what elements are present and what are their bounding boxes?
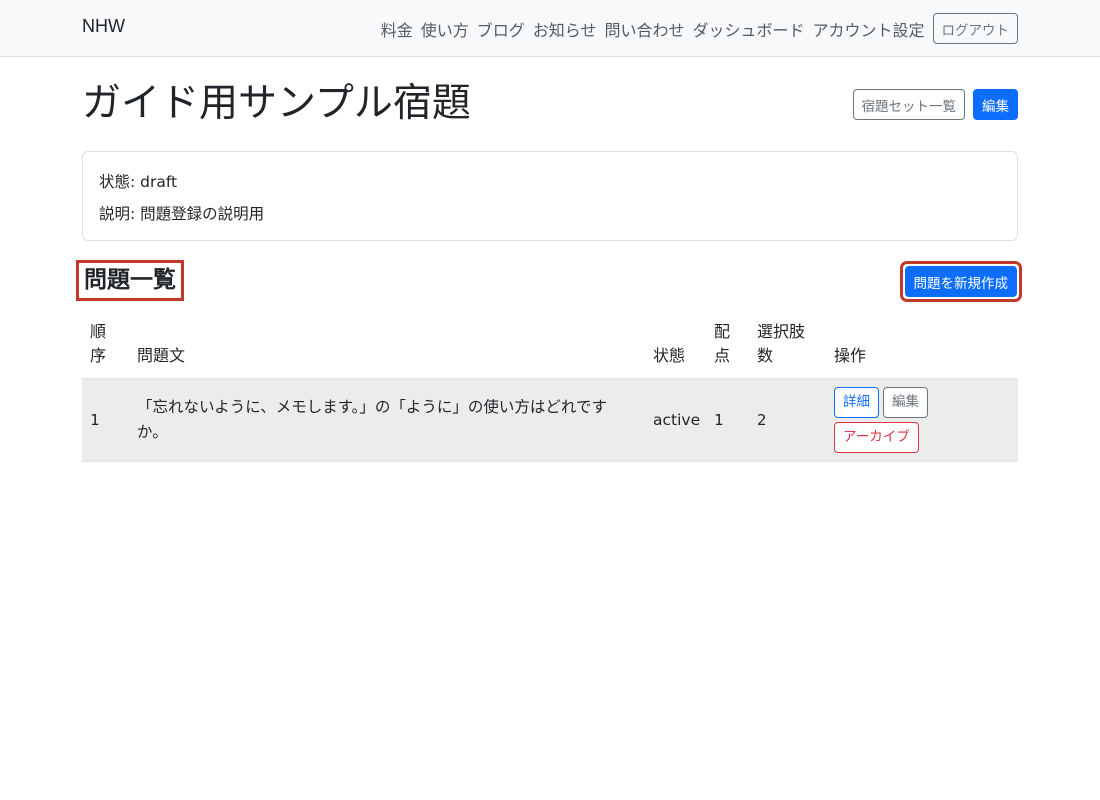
homework-info-card: 状態: draft 説明: 問題登録の説明用 bbox=[82, 151, 1018, 241]
homework-set-list-button[interactable]: 宿題セット一覧 bbox=[852, 89, 965, 120]
cell-points: 1 bbox=[706, 378, 749, 462]
column-header-text: 問題文 bbox=[129, 316, 645, 379]
question-edit-button[interactable]: 編集 bbox=[883, 387, 928, 418]
cell-status: active bbox=[645, 378, 706, 462]
new-question-button[interactable]: 問題を新規作成 bbox=[904, 266, 1017, 297]
question-detail-button[interactable]: 詳細 bbox=[834, 387, 879, 418]
question-table: 順序 問題文 状態 配点 選択肢数 操作 1 「忘れないように、メモします。」の… bbox=[82, 316, 1018, 462]
nav-link-usage[interactable]: 使い方 bbox=[421, 17, 469, 41]
status-text: 状態: draft bbox=[99, 173, 178, 191]
question-list-heading: 問題一覧 bbox=[76, 260, 184, 301]
column-header-points: 配点 bbox=[706, 316, 749, 379]
nav-link-news[interactable]: お知らせ bbox=[533, 17, 597, 41]
brand-link[interactable]: NHW bbox=[82, 16, 125, 37]
cell-choices: 2 bbox=[749, 378, 826, 462]
nav-link-blog[interactable]: ブログ bbox=[477, 17, 525, 41]
nav-links: 料金 使い方 ブログ お知らせ 問い合わせ ダッシュボード アカウント設定 ログ… bbox=[381, 13, 1018, 44]
description-text: 説明: 問題登録の説明用 bbox=[99, 205, 265, 223]
edit-homework-button[interactable]: 編集 bbox=[973, 89, 1018, 120]
question-table-wrapper: 順序 問題文 状態 配点 選択肢数 操作 1 「忘れないように、メモします。」の… bbox=[82, 316, 1018, 462]
nav-link-contact[interactable]: 問い合わせ bbox=[604, 17, 684, 41]
column-header-order: 順序 bbox=[82, 316, 129, 379]
nav-link-dashboard[interactable]: ダッシュボード bbox=[692, 17, 804, 41]
row-actions: 詳細 編集 アーカイブ bbox=[834, 387, 954, 453]
page-title: ガイド用サンプル宿題 bbox=[82, 81, 471, 126]
navbar: NHW 料金 使い方 ブログ お知らせ 問い合わせ ダッシュボード アカウント設… bbox=[0, 0, 1100, 57]
logout-button[interactable]: ログアウト bbox=[932, 13, 1018, 44]
nav-link-account-settings[interactable]: アカウント設定 bbox=[812, 17, 924, 41]
table-row: 1 「忘れないように、メモします。」の「ように」の使い方はどれですか。 acti… bbox=[82, 378, 1018, 462]
cell-actions: 詳細 編集 アーカイブ bbox=[826, 378, 1018, 462]
cell-question-text: 「忘れないように、メモします。」の「ように」の使い方はどれですか。 bbox=[129, 378, 645, 462]
cell-order: 1 bbox=[82, 378, 129, 462]
column-header-status: 状態 bbox=[645, 316, 706, 379]
table-header-row: 順序 問題文 状態 配点 選択肢数 操作 bbox=[82, 316, 1018, 379]
title-actions: 宿題セット一覧 編集 bbox=[852, 89, 1018, 120]
column-header-actions: 操作 bbox=[826, 316, 1018, 379]
new-question-highlight: 問題を新規作成 bbox=[899, 261, 1022, 302]
nav-link-pricing[interactable]: 料金 bbox=[381, 17, 413, 41]
question-archive-button[interactable]: アーカイブ bbox=[834, 422, 919, 453]
column-header-choices: 選択肢数 bbox=[749, 316, 826, 379]
